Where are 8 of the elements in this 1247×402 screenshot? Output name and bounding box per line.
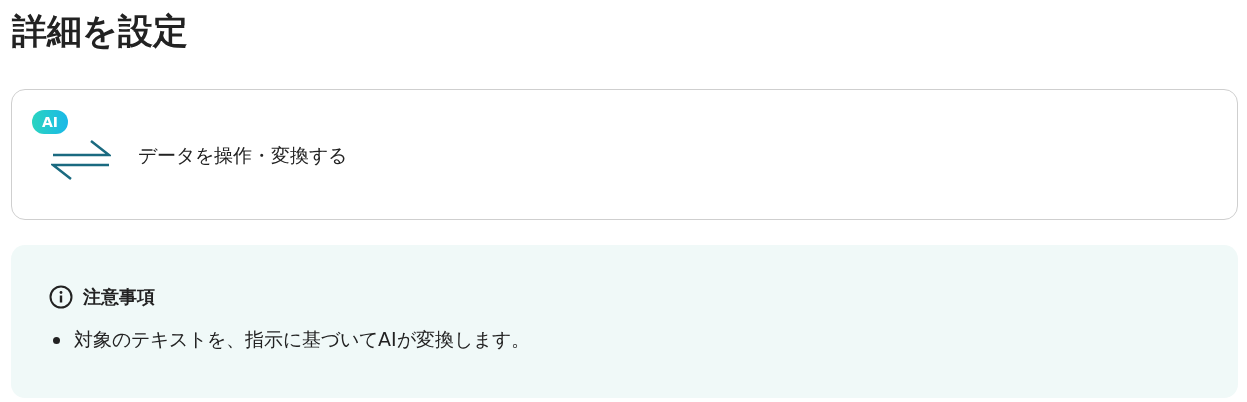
notice-item: 対象のテキストを、指示に基づいてAIが変換します。 (74, 327, 530, 352)
info-icon (49, 285, 73, 309)
action-card[interactable]: AI データを操作・変換する (11, 89, 1238, 220)
action-label: データを操作・変換する (138, 142, 347, 168)
bullet-icon (53, 336, 60, 344)
notice-title: 注意事項 (83, 285, 155, 309)
page-title: 詳細を設定 (11, 10, 189, 53)
ai-badge: AI (32, 109, 69, 134)
